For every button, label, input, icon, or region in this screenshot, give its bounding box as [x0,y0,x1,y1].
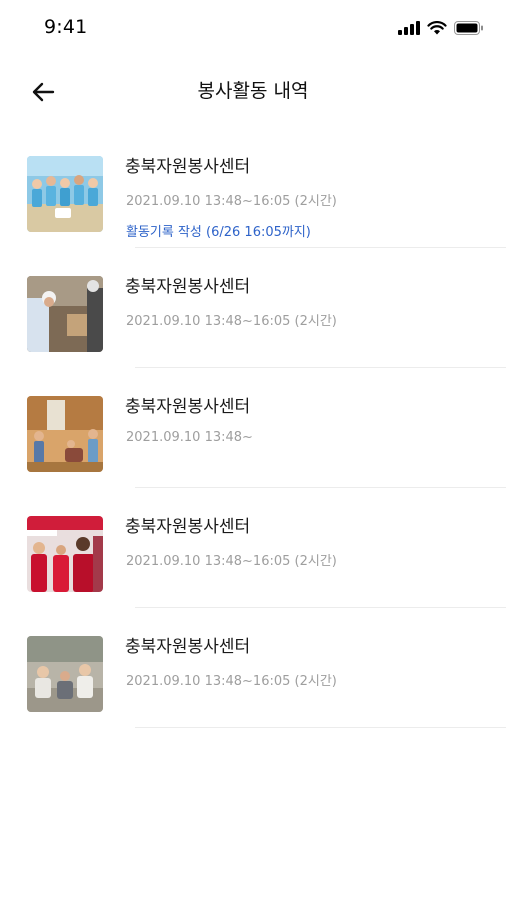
item-name: 충북자원봉사센터 [125,157,251,177]
item-name: 충북자원봉사센터 [125,637,251,657]
write-activity-record-link[interactable]: 활동기록 작성 (6/26 16:05까지) [126,221,311,240]
list-item[interactable]: 충북자원봉사센터 2021.09.10 13:48~16:05 (2시간) [0,488,506,608]
indoor-gathering-photo [27,396,103,472]
item-date: 2021.09.10 13:48~ [126,430,253,445]
red-shirt-volunteers-photo [27,516,103,592]
header: 봉사활동 내역 [0,60,506,122]
list-item[interactable]: 충북자원봉사센터 2021.09.10 13:48~16:05 (2시간) 활동… [0,128,506,248]
activity-list: 충북자원봉사센터 2021.09.10 13:48~16:05 (2시간) 활동… [0,128,506,728]
page-title: 봉사활동 내역 [197,80,309,102]
item-date: 2021.09.10 13:48~16:05 (2시간) [126,554,337,569]
list-item[interactable]: 충북자원봉사센터 2021.09.10 13:48~16:05 (2시간) [0,608,506,728]
item-name: 충북자원봉사센터 [125,397,251,417]
item-date: 2021.09.10 13:48~16:05 (2시간) [126,674,337,689]
beach-cleanup-photo [27,156,103,232]
outdoor-group-photo [27,636,103,712]
wifi-icon [427,21,447,35]
signal-icon [398,21,420,35]
item-date: 2021.09.10 13:48~16:05 (2시간) [126,194,337,209]
item-date: 2021.09.10 13:48~16:05 (2시간) [126,314,337,329]
item-name: 충북자원봉사센터 [125,277,251,297]
status-time: 9:41 [44,16,88,38]
list-item[interactable]: 충북자원봉사센터 2021.09.10 13:48~16:05 (2시간) [0,248,506,368]
divider [135,727,506,728]
list-item[interactable]: 충북자원봉사센터 2021.09.10 13:48~ [0,368,506,488]
status-icons [398,21,484,35]
construction-volunteer-photo [27,276,103,352]
battery-icon [454,21,483,35]
item-name: 충북자원봉사센터 [125,517,251,537]
status-bar: 9:41 [0,0,506,56]
